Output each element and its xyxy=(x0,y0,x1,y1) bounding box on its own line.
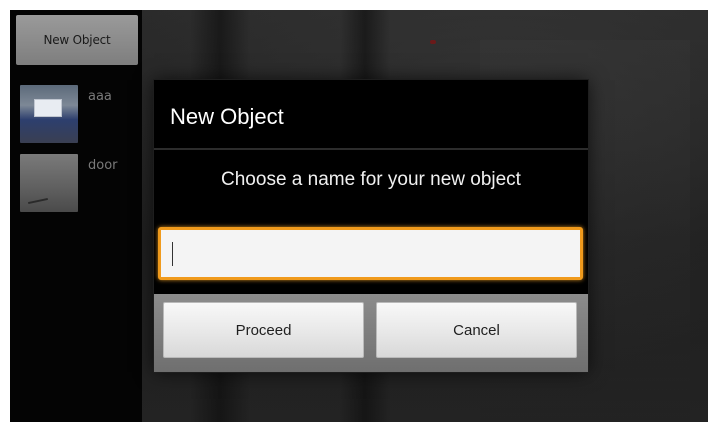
object-list-item-door[interactable]: door xyxy=(20,154,138,216)
proceed-button[interactable]: Proceed xyxy=(163,302,364,358)
new-object-button[interactable]: New Object xyxy=(16,15,138,65)
object-name-input[interactable] xyxy=(158,227,583,280)
object-sidebar: New Object aaa door xyxy=(10,10,142,422)
dialog-divider xyxy=(154,148,588,150)
camera-screen: New Object aaa door New Object Choose a … xyxy=(10,10,708,422)
object-thumbnail xyxy=(20,154,78,212)
dialog-title: New Object xyxy=(170,104,284,129)
cancel-button[interactable]: Cancel xyxy=(376,302,577,358)
text-cursor xyxy=(172,242,173,266)
object-label: door xyxy=(88,158,118,173)
background-marker xyxy=(430,40,436,44)
dialog-button-bar: Proceed Cancel xyxy=(154,294,588,372)
object-thumbnail xyxy=(20,85,78,143)
object-list-item-aaa[interactable]: aaa xyxy=(20,85,138,147)
dialog-message: Choose a name for your new object xyxy=(221,169,521,190)
object-label: aaa xyxy=(88,89,112,104)
new-object-dialog: New Object Choose a name for your new ob… xyxy=(154,80,588,372)
